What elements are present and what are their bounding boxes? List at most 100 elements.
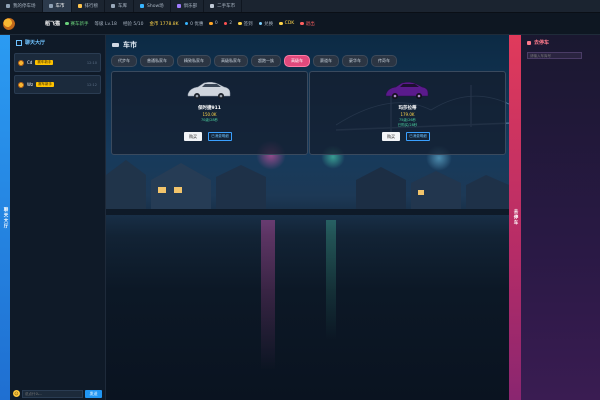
- parking-icon: [527, 40, 531, 45]
- filter-button[interactable]: 超跑一族: [251, 55, 281, 67]
- car-price: 179.0K: [400, 112, 415, 117]
- exit-button[interactable]: 退出: [300, 21, 315, 27]
- level-stat: 等级 Lv.18: [94, 21, 117, 27]
- send-button[interactable]: 发送: [85, 389, 102, 398]
- buy-button[interactable]: 购买: [382, 132, 400, 141]
- details-button[interactable]: 已消费明细: [406, 132, 430, 141]
- mail-icon: [223, 21, 228, 26]
- tab-my-parking[interactable]: 我的停车场: [0, 0, 43, 12]
- parking-toggle-strip[interactable]: 去停车: [509, 35, 521, 400]
- page-title: 车市: [112, 40, 137, 50]
- exchange-button[interactable]: 兑换: [258, 21, 274, 27]
- sign-text: 0: [214, 21, 218, 26]
- car-icon: [48, 4, 53, 8]
- message-author: Wz: [27, 82, 34, 87]
- car-card: 玛莎拉蒂 179.0K 75级/26秒 已购买/28秒 购买 已消费明细: [309, 71, 506, 155]
- exit-icon: [300, 21, 304, 26]
- sign-stat: 0: [209, 21, 218, 26]
- car-icon: [112, 43, 119, 47]
- trophy-icon: [77, 4, 82, 8]
- parking-toggle-label: 去停车: [513, 209, 518, 226]
- tab-label: 车市: [55, 4, 65, 9]
- page-title-text: 车市: [123, 41, 137, 49]
- coupon-text: 0 优惠: [190, 21, 204, 27]
- coupon-stat: 0 优惠: [184, 21, 204, 27]
- money-stat: 金币 1778.8K: [149, 21, 178, 27]
- tab-club[interactable]: 俱乐部: [171, 0, 205, 12]
- tab-label: 二手车市: [217, 4, 236, 9]
- light-reflection: [326, 220, 336, 340]
- market-main: 车市 代步车 普通私家车 精致私家车 高级私家车 超跑一族 高级车 赛道车 豪华…: [106, 35, 509, 400]
- ticket-icon: [279, 21, 283, 26]
- filter-button[interactable]: 赛道车: [313, 55, 339, 67]
- car-card: 保时捷911 150.0K 70级/28秒 购买 已消费明细: [111, 71, 308, 155]
- chat-panel: 聊天大厅 Cd 赛车新手 12:10 Wz 赛车新手 12:12 ☺ 发送: [10, 35, 106, 400]
- chat-input[interactable]: [22, 389, 83, 398]
- gift-icon: [238, 21, 242, 26]
- parking-title: 去停车: [521, 35, 600, 50]
- tab-show[interactable]: Show场: [134, 0, 171, 12]
- message-badge: 赛车新手: [36, 82, 55, 87]
- chat-toggle-strip[interactable]: 聊天大厅: [0, 35, 10, 400]
- car-name: 玛莎拉蒂: [398, 106, 417, 111]
- tab-leaderboard[interactable]: 排行榜: [72, 0, 105, 12]
- emoji-icon[interactable]: ☺: [13, 390, 20, 397]
- parking-icon: [6, 4, 10, 8]
- used-car-icon: [210, 4, 215, 8]
- filter-button[interactable]: 代步车: [111, 55, 137, 67]
- exchange-label: 兑换: [264, 21, 274, 27]
- money-text: 金币 1778.8K: [149, 21, 179, 27]
- parking-title-text: 去停车: [534, 40, 550, 46]
- light-reflection: [261, 220, 275, 370]
- tab-used-market[interactable]: 二手车市: [204, 0, 243, 12]
- club-icon: [176, 4, 181, 8]
- cdk-label: CDK: [284, 21, 295, 26]
- message-time: 12:10: [86, 60, 97, 65]
- checkin-label: 签到: [243, 21, 253, 27]
- tab-label: Show场: [147, 4, 164, 9]
- car-spec: 70级/28秒: [200, 118, 219, 122]
- rank-badge: 赛车新手: [65, 21, 89, 27]
- exchange-icon: [258, 21, 263, 26]
- garage-icon: [111, 4, 115, 8]
- category-filters: 代步车 普通私家车 精致私家车 高级私家车 超跑一族 高级车 赛道车 豪华车 传…: [111, 55, 397, 67]
- filter-button[interactable]: 普通私家车: [140, 55, 174, 67]
- coupon-icon: [184, 21, 189, 26]
- car-spec-secondary: 已购买/28秒: [397, 123, 418, 127]
- filter-button[interactable]: 高级私家车: [214, 55, 248, 67]
- chat-icon: [16, 39, 22, 46]
- tab-label: 排行榜: [84, 4, 99, 9]
- message-badge: 赛车新手: [35, 60, 54, 65]
- message-time: 12:12: [86, 82, 97, 87]
- details-button[interactable]: 已消费明细: [208, 132, 232, 141]
- chat-input-row: ☺ 发送: [13, 389, 102, 398]
- status-bar: 稻飞猫 赛车新手 等级 Lv.18 经验 5/10 金币 1778.8K 0 优…: [0, 13, 600, 35]
- buy-button[interactable]: 购买: [184, 132, 202, 141]
- tab-label: 车库: [118, 4, 127, 9]
- car-image: [187, 81, 231, 99]
- message-author: Cd: [27, 60, 33, 65]
- chat-message: Wz 赛车新手 12:12: [14, 75, 101, 94]
- car-name: 保时捷911: [198, 106, 221, 111]
- chat-toggle-label: 聊天大厅: [3, 206, 8, 229]
- parking-panel: 去停车: [521, 35, 600, 400]
- tab-garage[interactable]: 车库: [105, 0, 134, 12]
- mail-stat[interactable]: 2: [223, 21, 232, 26]
- garage-search-input[interactable]: [527, 52, 582, 59]
- chat-message: Cd 赛车新手 12:10: [14, 53, 101, 72]
- filter-button-active[interactable]: 高级车: [284, 55, 310, 67]
- checkin-button[interactable]: 签到: [238, 21, 253, 27]
- cdk-button[interactable]: CDK: [279, 21, 294, 26]
- filter-button[interactable]: 精致私家车: [177, 55, 211, 67]
- tab-car-market[interactable]: 车市: [42, 0, 72, 12]
- top-nav: 我的停车场 车市 排行榜 车库 Show场 俱乐部 二手车市: [0, 0, 600, 13]
- exp-stat: 经验 5/10: [122, 21, 144, 27]
- exit-label: 退出: [305, 21, 315, 27]
- chat-title: 聊天大厅: [10, 35, 105, 50]
- filter-button[interactable]: 传奇车: [371, 55, 397, 67]
- car-price: 150.0K: [202, 112, 217, 117]
- avatar: [18, 59, 24, 66]
- avatar: [18, 81, 24, 88]
- avatar[interactable]: [3, 17, 15, 30]
- filter-button[interactable]: 豪华车: [342, 55, 368, 67]
